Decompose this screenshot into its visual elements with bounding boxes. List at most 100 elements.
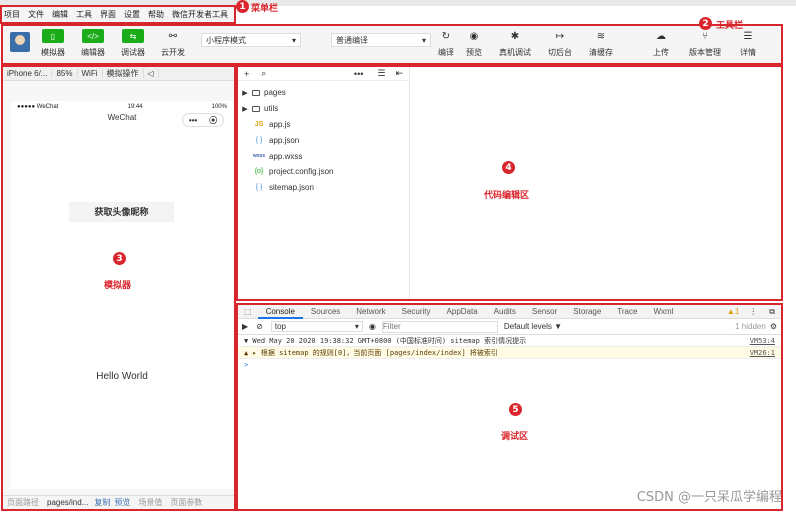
source-link[interactable]: VM53:4 — [750, 337, 775, 345]
version-management-button[interactable]: ⑂ 版本管理 — [685, 29, 725, 58]
console-prompt[interactable]: > — [238, 359, 781, 371]
tree-folder-pages[interactable]: ▶ pages — [238, 85, 409, 101]
tab-security[interactable]: Security — [394, 305, 439, 319]
tree-file-sitemap[interactable]: { } sitemap.json — [238, 180, 409, 196]
folder-icon — [252, 105, 260, 112]
file-tree-toolbar: + ⌕ ••• ☰ ⇤ — [238, 67, 409, 81]
mode-select-value: 小程序模式 — [206, 35, 246, 45]
collapse-icon[interactable]: ☰ — [377, 68, 385, 79]
annotation-number-1: 1 — [236, 0, 249, 13]
tree-file-label: app.js — [269, 119, 291, 129]
tab-appdata[interactable]: AppData — [439, 305, 486, 319]
watermark-text: CSDN @一只呆瓜学编程 — [636, 490, 782, 505]
more-dots-icon[interactable]: ••• — [189, 116, 197, 125]
hello-world-text: Hello World — [96, 371, 148, 382]
copy-link[interactable]: 复制 — [92, 497, 112, 508]
menu-tools[interactable]: 工具 — [72, 9, 96, 20]
annotation-label-toolbar: 工具栏 — [716, 21, 744, 31]
preview-button[interactable]: ◉ 预览 — [454, 29, 494, 58]
cloud-dev-button[interactable]: ⚯ 云开发 — [153, 29, 193, 58]
tab-wxml[interactable]: Wxml — [645, 305, 681, 319]
tree-folder-label: utils — [264, 104, 279, 114]
tree-folder-utils[interactable]: ▶ utils — [238, 101, 409, 117]
eye-icon[interactable]: ◉ — [363, 322, 382, 331]
menu-project[interactable]: 项目 — [0, 9, 24, 20]
avatar[interactable] — [10, 32, 30, 52]
debugger-toggle-button[interactable]: ⇆ 调试器 — [113, 29, 153, 58]
clear-cache-button[interactable]: ≋ 清缓存 — [581, 29, 621, 58]
menu-edit[interactable]: 编辑 — [48, 9, 72, 20]
tab-network[interactable]: Network — [348, 305, 393, 319]
sidebar-toggle-icon[interactable]: ▶ — [242, 322, 256, 331]
inspect-icon[interactable]: ⬚ — [238, 305, 258, 319]
code-editor-panel: + ⌕ ••• ☰ ⇤ ▶ pages ▶ utils JS app.js { … — [238, 67, 781, 299]
annotation-number-3: 3 — [113, 252, 126, 265]
upload-button[interactable]: ☁ 上传 — [641, 29, 681, 58]
source-link[interactable]: VM26:1 — [750, 349, 775, 357]
json-file-icon: { } — [255, 136, 263, 144]
tab-storage[interactable]: Storage — [565, 305, 609, 319]
details-button[interactable]: ☰ 详情 — [728, 29, 768, 58]
split-icon[interactable]: ⇤ — [395, 68, 403, 79]
console-warning-line[interactable]: ▲ ▸ 根据 sitemap 的规则[0]，当前页面 [pages/index/… — [238, 347, 781, 359]
network-select[interactable]: WiFi — [78, 69, 103, 78]
console-warning-text: ▲ ▸ 根据 sitemap 的规则[0]，当前页面 [pages/index/… — [244, 348, 498, 357]
switch-background-button[interactable]: ↦ 切后台 — [540, 29, 580, 58]
compile-mode-select[interactable]: 普通编译 ▾ — [331, 33, 431, 47]
tab-sources[interactable]: Sources — [303, 305, 348, 319]
tab-audits[interactable]: Audits — [486, 305, 524, 319]
chevron-down-icon: ▾ — [354, 322, 359, 331]
get-avatar-nickname-button[interactable]: 获取头像昵称 — [69, 202, 174, 222]
mode-select[interactable]: 小程序模式 ▾ — [201, 33, 301, 47]
tree-file-app-js[interactable]: JS app.js — [238, 117, 409, 133]
phone-icon: ▯ — [42, 29, 64, 43]
close-circle-icon[interactable]: ⦿ — [209, 115, 217, 126]
editor-toggle-button[interactable]: </> 编辑器 — [73, 29, 113, 58]
real-device-debug-button[interactable]: ✱ 真机调试 — [495, 29, 535, 58]
menu-help[interactable]: 帮助 — [144, 9, 168, 20]
tab-console[interactable]: Console — [257, 305, 303, 319]
json-file-icon: { } — [255, 184, 263, 192]
add-icon[interactable]: + — [244, 69, 249, 79]
tab-trace[interactable]: Trace — [609, 305, 645, 319]
scene-value-button[interactable]: 场景值 — [134, 497, 166, 508]
zoom-select[interactable]: 85% — [52, 69, 78, 78]
console-filter-input[interactable] — [381, 320, 498, 333]
annotation-label-menubar: 菜单栏 — [251, 4, 279, 14]
device-select[interactable]: iPhone 6/... — [3, 69, 53, 78]
context-select[interactable]: top ▾ — [270, 321, 363, 332]
volume-icon[interactable]: ◁ — [144, 69, 159, 78]
preview-link[interactable]: 预览 — [112, 497, 134, 508]
clear-console-icon[interactable]: ⊘ — [256, 322, 271, 331]
compile-mode-value: 普通编译 — [336, 35, 368, 45]
log-levels-select[interactable]: Default levels ▼ — [498, 322, 562, 331]
menu-wechat-devtools[interactable]: 微信开发者工具 — [168, 9, 232, 20]
page-path-value: pages/ind... — [47, 498, 89, 507]
search-icon[interactable]: ⌕ — [261, 68, 266, 79]
more-vertical-icon[interactable]: ⋮ — [743, 307, 763, 316]
phone-nav-bar: WeChat ••• ⦿ — [11, 113, 233, 129]
annotation-number-5: 5 — [509, 403, 522, 416]
capsule-menu[interactable]: ••• ⦿ — [182, 113, 224, 127]
menu-interface[interactable]: 界面 — [96, 9, 120, 20]
tree-file-app-wxss[interactable]: wxss app.wxss — [238, 148, 409, 164]
tree-file-project-config[interactable]: {o} project.config.json — [238, 164, 409, 180]
menu-file[interactable]: 文件 — [24, 9, 48, 20]
tree-folder-label: pages — [264, 88, 286, 98]
menu-settings[interactable]: 设置 — [120, 9, 144, 20]
page-params-button[interactable]: 页面参数 — [166, 497, 206, 508]
settings-gear-icon[interactable]: ⚙ — [770, 322, 781, 331]
annotation-label-editor: 代码编辑区 — [484, 191, 530, 201]
caret-right-icon: ▶ — [242, 89, 248, 97]
tab-sensor[interactable]: Sensor — [524, 305, 565, 319]
more-icon[interactable]: ••• — [354, 69, 363, 79]
eye-icon: ◉ — [469, 30, 479, 42]
warning-count-badge[interactable]: ▲1 — [723, 307, 743, 316]
file-tree: + ⌕ ••• ☰ ⇤ ▶ pages ▶ utils JS app.js { … — [238, 67, 410, 299]
toolbar: ▯ 模拟器 </> 编辑器 ⇆ 调试器 ⚯ 云开发 小程序模式 ▾ 普通编译 ▾… — [3, 26, 781, 64]
dock-icon[interactable]: ⧉ — [763, 307, 781, 317]
simulator-toggle-button[interactable]: ▯ 模拟器 — [33, 29, 73, 58]
simulate-operation-select[interactable]: 模拟操作 — [103, 68, 144, 79]
tree-file-app-json[interactable]: { } app.json — [238, 132, 409, 148]
simulator-bottom-bar: 页面路径 pages/ind... 复制 预览 场景值 页面参数 — [3, 495, 234, 509]
